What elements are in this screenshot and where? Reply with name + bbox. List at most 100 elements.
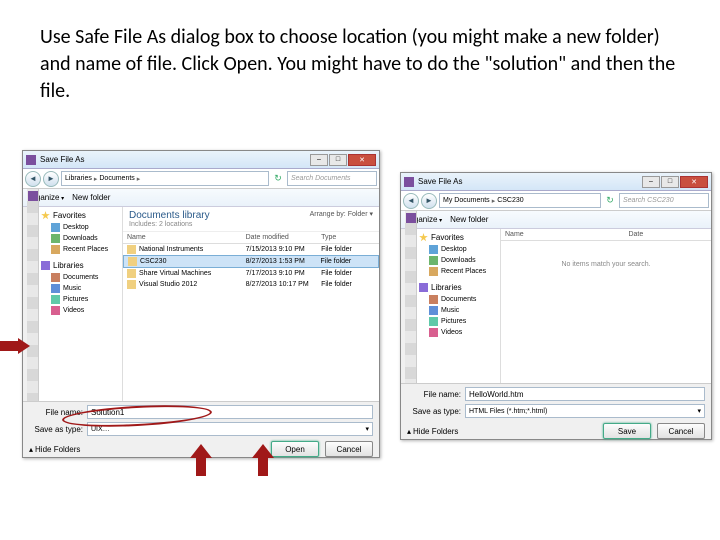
search-input[interactable]: Search CSC230 [619,193,709,208]
back-button[interactable]: ◄ [25,171,41,187]
sidebar-item-desktop[interactable]: Desktop [37,222,122,233]
sidebar-item-documents[interactable]: Documents [37,272,122,283]
cancel-button[interactable]: Cancel [657,423,705,439]
col-type[interactable]: Type [321,234,375,241]
file-name-input[interactable]: HelloWorld.htm [465,387,705,401]
folder-row[interactable]: Visual Studio 2012 8/27/2013 10:17 PM Fi… [123,279,379,290]
chevron-down-icon: ▾ [697,407,701,415]
sidebar-item-documents[interactable]: Documents [415,294,500,305]
col-date[interactable]: Date modified [246,234,321,241]
search-input[interactable]: Search Documents [287,171,377,186]
libraries-header[interactable]: Libraries [37,259,122,272]
sidebar-item-recent[interactable]: Recent Places [415,266,500,277]
maximize-button[interactable]: □ [661,176,679,188]
vs-logo-icon [28,191,38,201]
close-button[interactable]: ✕ [348,154,376,166]
libraries-icon [419,283,428,292]
sidebar-item-desktop[interactable]: Desktop [415,244,500,255]
breadcrumb-part[interactable]: Libraries [65,175,92,182]
sidebar-item-music[interactable]: Music [37,283,122,294]
save-dialog-right: Save File As – □ ✕ ◄ ► My Documents ▸ CS… [400,172,712,440]
folder-icon [127,245,136,254]
forward-button[interactable]: ► [43,171,59,187]
folder-row[interactable]: Share Virtual Machines 7/17/2013 9:10 PM… [123,268,379,279]
folder-icon [128,257,137,266]
sidebar-item-downloads[interactable]: Downloads [415,255,500,266]
sidebar-item-recent[interactable]: Recent Places [37,244,122,255]
save-type-label: Save as type: [29,425,83,434]
videos-icon [429,328,438,337]
documents-icon [51,273,60,282]
back-button[interactable]: ◄ [403,193,419,209]
col-date[interactable]: Date [628,231,707,238]
save-button[interactable]: Save [603,423,651,439]
documents-icon [429,295,438,304]
save-type-dropdown[interactable]: HTML Files (*.htm;*.html)▾ [465,404,705,418]
cancel-button[interactable]: Cancel [325,441,373,457]
sidebar-item-music[interactable]: Music [415,305,500,316]
minimize-button[interactable]: – [310,154,328,166]
sidebar-item-videos[interactable]: Videos [415,327,500,338]
breadcrumb[interactable]: My Documents ▸ CSC230 [439,193,601,208]
refresh-icon[interactable]: ↻ [603,194,617,208]
annotation-arrow-filetype [190,444,212,476]
arrange-by-dropdown[interactable]: Arrange by: Folder ▾ [310,210,373,218]
libraries-icon [41,261,50,270]
hide-folders-toggle[interactable]: ▴Hide Folders [407,427,458,436]
sidebar-item-downloads[interactable]: Downloads [37,233,122,244]
folder-icon [127,269,136,278]
maximize-button[interactable]: □ [329,154,347,166]
col-name[interactable]: Name [127,234,246,241]
file-list-content: Documents library Includes: 2 locations … [123,207,379,401]
folder-icon [127,280,136,289]
window-title: Save File As [40,155,310,164]
file-list-content: Name Date No items match your search. [501,229,711,383]
titlebar[interactable]: Save File As – □ ✕ [23,151,379,169]
chevron-right-icon: ▸ [94,175,98,183]
titlebar[interactable]: Save File As – □ ✕ [401,173,711,191]
favorites-header[interactable]: Favorites [37,209,122,222]
new-folder-button[interactable]: New folder [72,193,110,202]
chevron-up-icon: ▴ [407,427,411,436]
desktop-icon [429,245,438,254]
chevron-down-icon: ▾ [365,425,369,433]
library-subtitle: Includes: 2 locations [129,221,373,228]
new-folder-button[interactable]: New folder [450,215,488,224]
empty-message: No items match your search. [501,241,711,288]
column-headers[interactable]: Name Date [501,229,711,241]
recent-icon [51,245,60,254]
instruction-text: Use Safe File As dialog box to choose lo… [40,24,680,105]
chevron-right-icon: ▸ [137,175,141,183]
downloads-icon [429,256,438,265]
close-button[interactable]: ✕ [680,176,708,188]
nav-sidebar: Favorites Desktop Downloads Recent Place… [37,207,123,401]
sidebar-item-videos[interactable]: Videos [37,305,122,316]
open-button[interactable]: Open [271,441,319,457]
favorites-header[interactable]: Favorites [415,231,500,244]
libraries-header[interactable]: Libraries [415,281,500,294]
dialog-footer: File name: HelloWorld.htm Save as type: … [401,383,711,439]
sidebar-item-pictures[interactable]: Pictures [415,316,500,327]
recent-icon [429,267,438,276]
breadcrumb[interactable]: Libraries ▸ Documents ▸ [61,171,269,186]
downloads-icon [51,234,60,243]
breadcrumb-part[interactable]: My Documents [443,197,490,204]
breadcrumb-part[interactable]: Documents [99,175,134,182]
minimize-button[interactable]: – [642,176,660,188]
folder-row-selected[interactable]: CSC230 8/27/2013 1:53 PM File folder [123,255,379,268]
window-title: Save File As [418,177,642,186]
refresh-icon[interactable]: ↻ [271,172,285,186]
col-name[interactable]: Name [505,231,628,238]
hide-folders-toggle[interactable]: ▴Hide Folders [29,445,80,454]
desktop-icon [51,223,60,232]
save-type-label: Save as type: [407,407,461,416]
music-icon [429,306,438,315]
chevron-up-icon: ▴ [29,445,33,454]
vs-logo-icon [406,213,416,223]
folder-row[interactable]: National Instruments 7/15/2013 9:10 PM F… [123,244,379,255]
sidebar-item-pictures[interactable]: Pictures [37,294,122,305]
vs-sidebar-strip [27,189,39,401]
forward-button[interactable]: ► [421,193,437,209]
breadcrumb-part[interactable]: CSC230 [497,197,523,204]
column-headers[interactable]: Name Date modified Type [123,232,379,244]
